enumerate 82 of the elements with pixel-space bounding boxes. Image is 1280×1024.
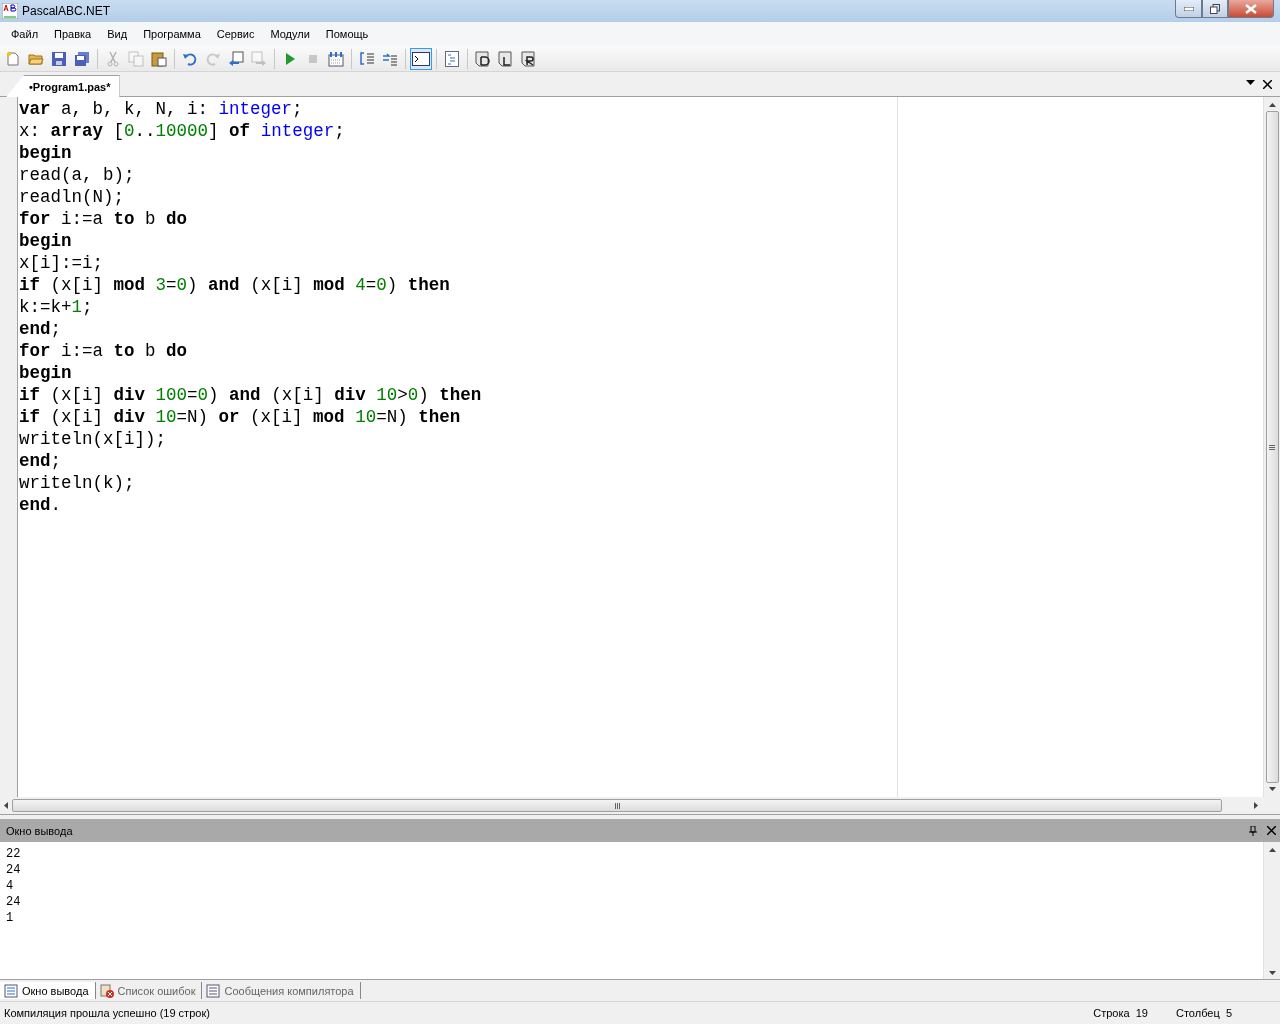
code-line: readln(N); <box>18 186 125 208</box>
menu-item[interactable]: Помощь <box>318 28 378 40</box>
scissors-icon <box>105 50 121 67</box>
code-line: end. <box>18 494 62 516</box>
clipboard-error-icon <box>99 983 114 998</box>
horizontal-scrollbar[interactable] <box>0 797 1280 814</box>
app-logo-icon <box>2 3 18 19</box>
menu-item[interactable]: Правка <box>47 28 101 40</box>
window-title: PascalABC.NET <box>22 4 112 18</box>
close-icon[interactable] <box>1267 826 1276 835</box>
close-button[interactable] <box>1228 0 1274 18</box>
code-line: if (x[i] mod 3=0) and (x[i] mod 4=0) then <box>18 274 450 296</box>
file-tab[interactable]: •Program1.pas* <box>6 75 120 97</box>
output-line: 1 <box>6 910 14 926</box>
menu-item[interactable]: Модули <box>263 28 319 40</box>
calendar-grid-icon <box>328 50 344 67</box>
back-arrow-icon <box>228 50 244 67</box>
scroll-down-arrow-icon[interactable] <box>1268 971 1276 975</box>
code-line: begin <box>18 230 72 252</box>
save-icon <box>51 50 67 67</box>
code-line: for i:=a to b do <box>18 340 188 362</box>
scroll-up-arrow-icon[interactable] <box>1268 103 1276 107</box>
letter-r-page-icon <box>521 50 537 67</box>
close-icon[interactable] <box>1263 79 1272 89</box>
letter-l-page-icon <box>498 50 514 67</box>
close-icon <box>1245 3 1257 14</box>
minimize-button[interactable] <box>1175 0 1202 18</box>
code-line: writeln(k); <box>18 472 135 494</box>
list-icon <box>206 983 221 998</box>
pin-icon[interactable] <box>1249 825 1257 836</box>
code-line: x: array [0..10000] of integer; <box>18 120 345 142</box>
code-line: x[i]:=i; <box>18 252 103 274</box>
code-line: end; <box>18 450 62 472</box>
scroll-right-arrow-icon[interactable] <box>1254 802 1258 809</box>
code-line: var a, b, k, N, i: integer; <box>18 98 303 120</box>
letter-d-page-icon <box>475 50 491 67</box>
code-line: for i:=a to b do <box>18 208 188 230</box>
vertical-scrollbar[interactable] <box>1263 97 1280 797</box>
bracket-list-icon <box>359 50 375 67</box>
status-message: Компиляция прошла успешно (19 строк) <box>4 1006 211 1019</box>
save-all-icon <box>74 50 90 67</box>
restore-icon <box>1210 3 1220 14</box>
document-list-icon <box>445 50 459 67</box>
dropdown-arrow-icon[interactable] <box>1246 79 1255 85</box>
column-indicator: Столбец 5 <box>1176 1006 1232 1019</box>
code-line: read(a, b); <box>18 164 135 186</box>
code-line: begin <box>18 142 72 164</box>
menu-item[interactable]: Файл <box>4 28 48 40</box>
minimize-icon <box>1183 6 1194 11</box>
output-line: 22 <box>6 846 21 862</box>
scroll-up-arrow-icon[interactable] <box>1268 848 1276 852</box>
code-line: writeln(x[i]); <box>18 428 167 450</box>
menu-item[interactable]: Сервис <box>209 28 264 40</box>
console-button[interactable] <box>410 47 432 70</box>
panel-tab[interactable]: Сообщения компилятора <box>202 982 361 999</box>
forward-arrow-icon <box>251 50 267 67</box>
scroll-down-arrow-icon[interactable] <box>1268 787 1276 791</box>
panel-tab[interactable]: Список ошибок <box>95 982 203 999</box>
console-icon <box>412 51 430 66</box>
scroll-left-arrow-icon[interactable] <box>4 802 8 809</box>
copy-icon <box>128 50 144 67</box>
code-line: if (x[i] div 10=N) or (x[i] mod 10=N) then <box>18 406 461 428</box>
output-line: 24 <box>6 894 21 910</box>
scroll-thumb[interactable] <box>12 799 1222 812</box>
menu-item[interactable]: Вид <box>100 28 137 40</box>
code-line: begin <box>18 362 72 384</box>
line-indicator: Строка 19 <box>1093 1006 1148 1019</box>
panel-tab[interactable]: Окно вывода <box>0 982 96 999</box>
menu-item[interactable]: Программа <box>136 28 210 40</box>
paste-icon <box>151 50 167 67</box>
code-line: k:=k+1; <box>18 296 93 318</box>
code-line: if (x[i] div 100=0) and (x[i] div 10>0) then <box>18 384 482 406</box>
output-line: 24 <box>6 862 21 878</box>
list-icon <box>4 983 18 998</box>
vertical-scrollbar[interactable] <box>1263 842 1280 979</box>
arrow-list-icon <box>382 50 398 67</box>
code-line: end; <box>18 318 62 340</box>
scroll-thumb[interactable] <box>1265 111 1279 783</box>
new-file-icon <box>5 50 21 67</box>
output-line: 4 <box>6 878 14 894</box>
panel-title: Окно вывода <box>6 824 74 837</box>
restore-button[interactable] <box>1202 0 1228 18</box>
